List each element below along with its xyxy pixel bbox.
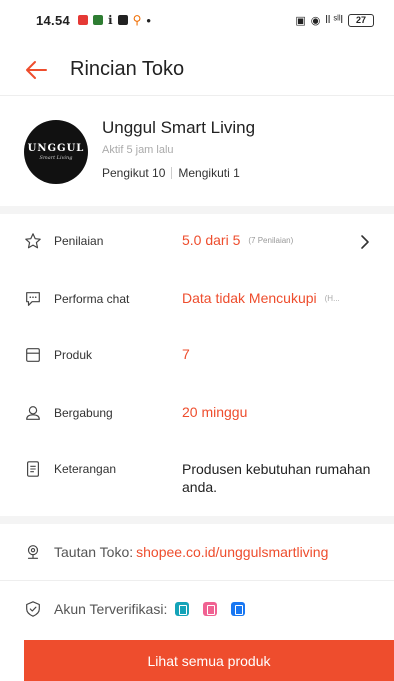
notification-app-icon: [93, 15, 104, 25]
verified-label: Akun Terverifikasi:: [54, 600, 168, 617]
shop-avatar: UNGGUL Smart Living: [24, 120, 88, 184]
follow-divider: [171, 167, 173, 179]
joined-value: 20 minggu: [182, 404, 248, 420]
products-value: 7: [182, 346, 190, 362]
rating-label: Penilaian: [54, 234, 104, 248]
shop-follow-stats: Pengikut 10 Mengikuti 1: [102, 166, 255, 180]
chat-bubble-icon: [26, 292, 40, 306]
signal-icon: ll ˢˡˡl: [325, 14, 343, 26]
shop-name: Unggul Smart Living: [102, 118, 256, 137]
more-dot-icon: •: [146, 12, 151, 28]
verified-phone-icon: [175, 601, 190, 616]
alarm-icon: ◉: [310, 14, 321, 27]
description-label: Keterangan: [54, 462, 117, 476]
chat-performance-label: Performa chat: [54, 292, 130, 306]
products-label: Produk: [54, 348, 93, 362]
rating-count: (7 Penilaian): [248, 235, 294, 245]
status-time: 14.54: [36, 12, 71, 28]
following-count[interactable]: Mengikuti 1: [178, 166, 239, 180]
notification-app-icon: [117, 15, 128, 25]
shop-card: UNGGUL Smart Living Unggul Smart Living …: [0, 106, 394, 202]
followers-count[interactable]: Pengikut 10: [102, 166, 165, 180]
joined-label: Bergabung: [54, 406, 113, 420]
user-icon: [26, 406, 40, 420]
chat-performance-value: Data tidak Mencukupi: [182, 290, 317, 306]
app-header: Rincian Toko: [0, 44, 394, 96]
chat-performance-sub: (H...: [324, 293, 340, 303]
page-title: Rincian Toko: [70, 58, 185, 80]
shop-link-row[interactable]: Tautan Toko: shopee.co.id/unggulsmartliv…: [0, 524, 394, 580]
notification-app-icon: [78, 15, 89, 25]
verified-facebook-icon: [231, 601, 246, 616]
battery-icon: 27: [348, 13, 374, 27]
chevron-right-icon[interactable]: [360, 234, 370, 250]
status-right: ▣ ◉ ll ˢˡˡl 27: [295, 13, 374, 27]
back-arrow-icon[interactable]: [24, 56, 52, 84]
location-icon: ⚲: [132, 13, 142, 27]
document-icon: [27, 461, 39, 477]
shop-link-url[interactable]: shopee.co.id/unggulsmartliving: [136, 544, 328, 560]
chat-performance-row[interactable]: Performa chat Data tidak Mencukupi (H...: [0, 290, 394, 308]
verified-email-icon: [203, 601, 218, 616]
shop-info: Unggul Smart Living Aktif 5 jam lalu Pen…: [102, 106, 255, 202]
star-icon: [25, 233, 41, 249]
view-all-products-button[interactable]: Lihat semua produk: [24, 640, 394, 681]
section-divider: [0, 516, 394, 524]
rating-value: 5.0 dari 5: [182, 232, 241, 248]
shop-active-status: Aktif 5 jam lalu: [102, 144, 174, 156]
shield-check-icon: [26, 600, 40, 617]
rating-row[interactable]: Penilaian 5.0 dari 5 (7 Penilaian): [0, 232, 394, 250]
description-value: Produsen kebutuhan rumahan anda.: [182, 461, 371, 495]
product-box-icon: [26, 348, 40, 362]
rating-value-group: 5.0 dari 5 (7 Penilaian): [182, 232, 293, 248]
description-row: Keterangan Produsen kebutuhan rumahan an…: [0, 460, 394, 496]
chat-performance-value-group: Data tidak Mencukupi (H...: [182, 290, 340, 306]
section-divider: [0, 206, 394, 214]
avatar-logo-subtext: Smart Living: [39, 155, 73, 161]
shop-link-label: Tautan Toko:: [54, 544, 134, 560]
products-row[interactable]: Produk 7: [0, 346, 394, 364]
nfc-icon: ▣: [295, 14, 306, 27]
person-icon: ℹ: [108, 13, 113, 27]
verified-row: Akun Terverifikasi:: [0, 580, 394, 636]
joined-row: Bergabung 20 minggu: [0, 404, 394, 422]
avatar-logo-text: UNGGUL: [27, 143, 85, 154]
link-pin-icon: [27, 545, 39, 559]
status-bar: 14.54 ℹ ⚲ • ▣ ◉ ll ˢˡˡl 27: [0, 0, 394, 40]
notification-icons: ℹ ⚲ •: [78, 13, 151, 28]
